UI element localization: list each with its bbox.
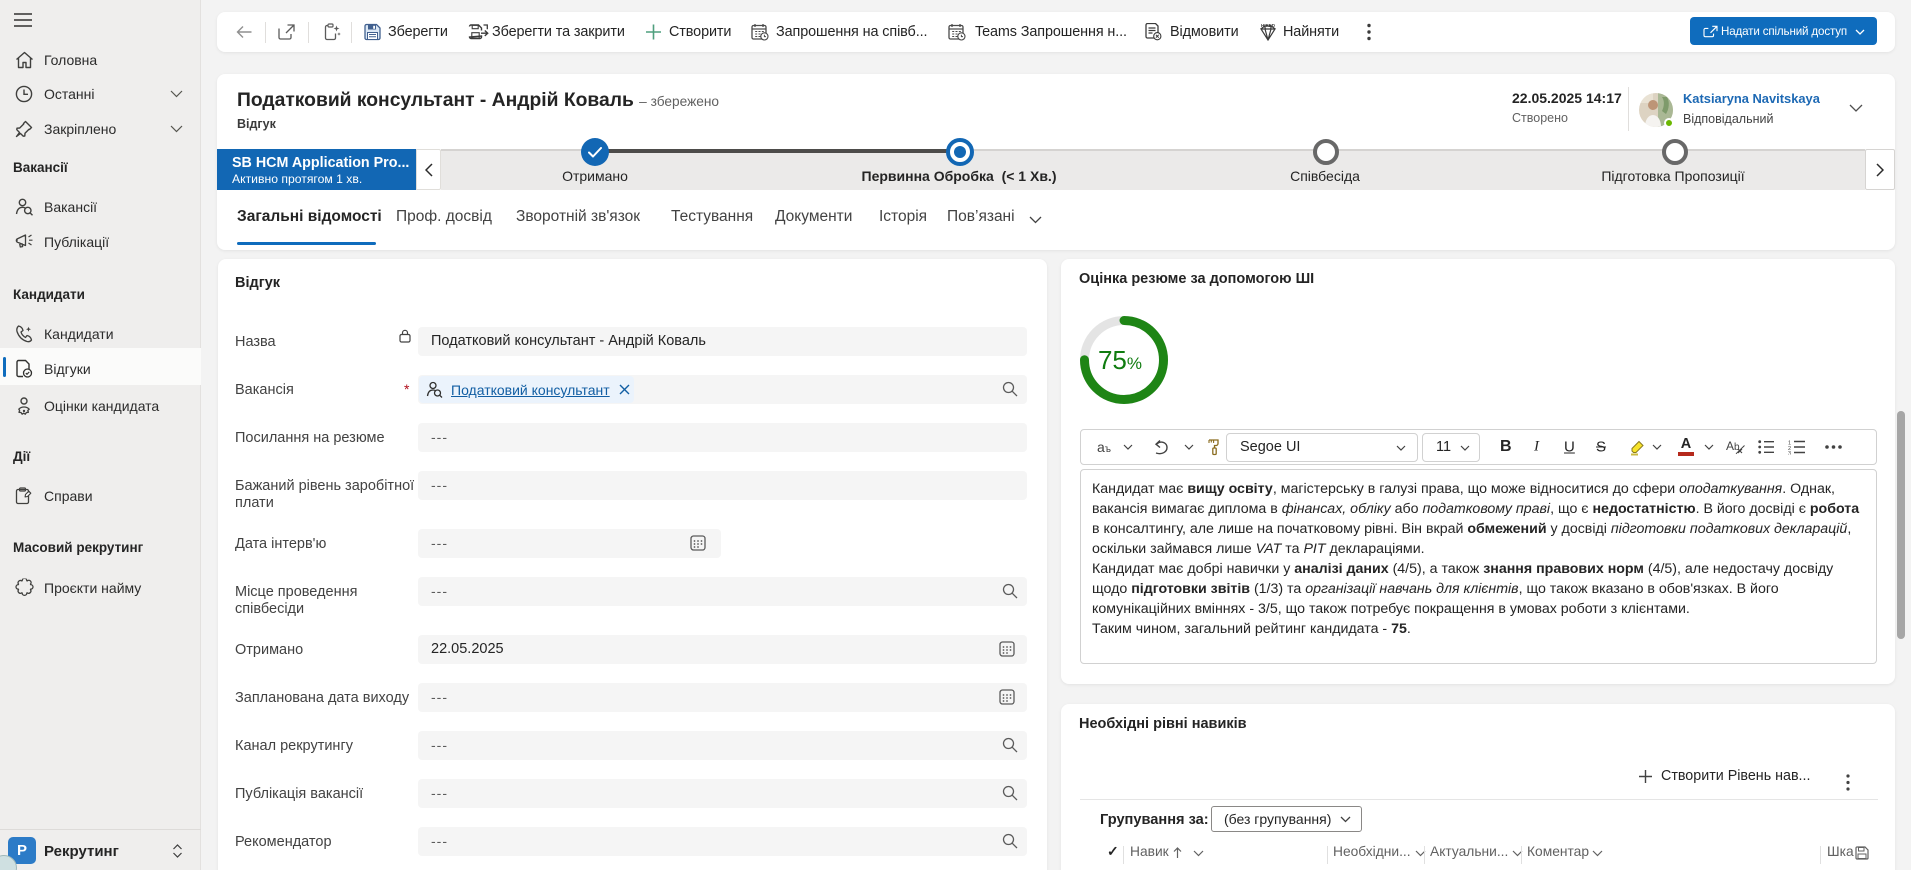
svg-text:A: A [1726, 439, 1734, 453]
svg-text:3: 3 [1788, 451, 1791, 455]
